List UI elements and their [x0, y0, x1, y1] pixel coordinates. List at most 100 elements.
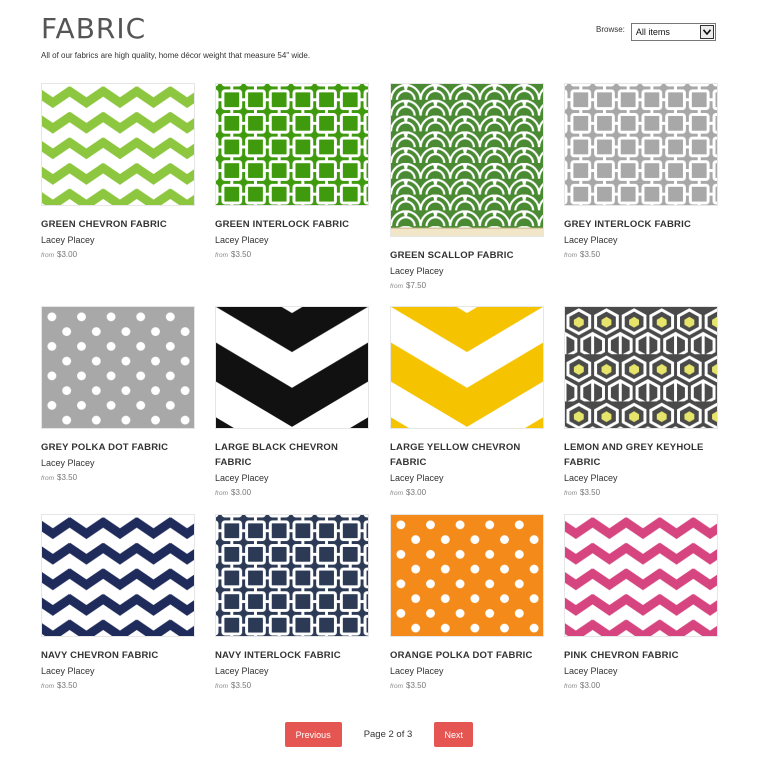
product-vendor: Lacey Placey — [41, 458, 95, 468]
product-name[interactable]: GREEN CHEVRON FABRIC — [41, 217, 195, 232]
product-image[interactable] — [215, 514, 369, 637]
price-value: $7.50 — [406, 281, 427, 290]
browse-control: Browse: All items — [596, 23, 716, 41]
browse-selected-value: All items — [635, 27, 670, 37]
product-image[interactable] — [41, 306, 195, 429]
price-value: $3.50 — [580, 250, 601, 259]
fabric-swatch — [216, 84, 368, 205]
product-price: from $3.50 — [215, 250, 369, 259]
product-name[interactable]: GREY INTERLOCK FABRIC — [564, 217, 718, 232]
product-vendor: Lacey Placey — [41, 666, 95, 676]
price-prefix: from — [564, 683, 577, 690]
product-name[interactable]: LARGE BLACK CHEVRON FABRIC — [215, 440, 369, 470]
product-price: from $3.50 — [215, 681, 369, 690]
product-vendor: Lacey Placey — [564, 473, 618, 483]
product-name[interactable]: NAVY INTERLOCK FABRIC — [215, 648, 369, 663]
fabric-swatch — [391, 307, 543, 428]
price-prefix: from — [41, 683, 54, 690]
product-name[interactable]: GREEN SCALLOP FABRIC — [390, 248, 544, 263]
price-value: $3.50 — [406, 681, 427, 690]
product-price: from $3.50 — [564, 488, 718, 497]
product-card[interactable]: PINK CHEVRON FABRIC Lacey Placey from $3.… — [564, 514, 718, 690]
product-vendor: Lacey Placey — [390, 266, 444, 276]
product-name[interactable]: NAVY CHEVRON FABRIC — [41, 648, 195, 663]
chevron-down-icon[interactable] — [699, 25, 714, 39]
price-prefix: from — [215, 252, 228, 259]
product-name[interactable]: GREEN INTERLOCK FABRIC — [215, 217, 369, 232]
price-prefix: from — [41, 475, 54, 482]
product-image[interactable] — [215, 306, 369, 429]
product-card[interactable]: GREEN SCALLOP FABRIC Lacey Placey from $7… — [390, 83, 544, 290]
product-image[interactable] — [215, 83, 369, 206]
next-button[interactable]: Next — [434, 722, 474, 747]
product-price: from $3.50 — [41, 681, 195, 690]
product-name[interactable]: ORANGE POLKA DOT FABRIC — [390, 648, 544, 663]
product-image[interactable] — [390, 83, 544, 237]
fabric-swatch — [391, 515, 543, 636]
price-prefix: from — [390, 283, 403, 290]
product-image[interactable] — [564, 83, 718, 206]
price-prefix: from — [41, 252, 54, 259]
price-prefix: from — [390, 683, 403, 690]
previous-button[interactable]: Previous — [284, 722, 342, 747]
product-vendor: Lacey Placey — [564, 666, 618, 676]
product-image[interactable] — [564, 306, 718, 429]
price-prefix: from — [215, 490, 228, 497]
product-vendor: Lacey Placey — [215, 235, 269, 245]
product-card[interactable]: NAVY CHEVRON FABRIC Lacey Placey from $3.… — [41, 514, 195, 690]
product-card[interactable]: LARGE YELLOW CHEVRON FABRIC Lacey Placey… — [390, 306, 544, 497]
intro-text: All of our fabrics are high quality, hom… — [41, 51, 311, 60]
product-card[interactable]: GREY POLKA DOT FABRIC Lacey Placey from $… — [41, 306, 195, 482]
product-vendor: Lacey Placey — [390, 473, 444, 483]
page-indicator: Page 2 of 3 — [363, 729, 413, 740]
price-value: $3.50 — [57, 681, 78, 690]
price-prefix: from — [564, 490, 577, 497]
fabric-swatch — [42, 84, 194, 205]
fabric-swatch — [565, 307, 717, 428]
product-vendor: Lacey Placey — [41, 235, 95, 245]
price-prefix: from — [390, 490, 403, 497]
price-prefix: from — [215, 683, 228, 690]
price-value: $3.50 — [57, 473, 78, 482]
product-card[interactable]: LARGE BLACK CHEVRON FABRIC Lacey Placey … — [215, 306, 369, 497]
fabric-swatch — [216, 515, 368, 636]
product-price: from $3.50 — [564, 250, 718, 259]
product-vendor: Lacey Placey — [390, 666, 444, 676]
product-card[interactable]: GREEN CHEVRON FABRIC Lacey Placey from $3… — [41, 83, 195, 259]
product-card[interactable]: NAVY INTERLOCK FABRIC Lacey Placey from $… — [215, 514, 369, 690]
product-card[interactable]: LEMON AND GREY KEYHOLE FABRIC Lacey Plac… — [564, 306, 718, 497]
product-image[interactable] — [390, 306, 544, 429]
product-vendor: Lacey Placey — [215, 666, 269, 676]
browse-select[interactable]: All items — [630, 23, 716, 41]
price-value: $3.50 — [231, 681, 252, 690]
pagination: Previous Page 2 of 3 Next — [0, 722, 758, 747]
fabric-swatch — [216, 307, 368, 428]
product-name[interactable]: PINK CHEVRON FABRIC — [564, 648, 718, 663]
product-image[interactable] — [390, 514, 544, 637]
price-value: $3.00 — [580, 681, 601, 690]
fabric-swatch — [42, 307, 194, 428]
product-price: from $3.00 — [41, 250, 195, 259]
price-value: $3.50 — [580, 488, 601, 497]
fabric-swatch — [391, 84, 543, 236]
product-image[interactable] — [41, 83, 195, 206]
page-title: FABRIC — [41, 12, 147, 45]
product-price: from $3.00 — [564, 681, 718, 690]
price-value: $3.50 — [231, 250, 252, 259]
product-card[interactable]: GREEN INTERLOCK FABRIC Lacey Placey from… — [215, 83, 369, 259]
product-card[interactable]: ORANGE POLKA DOT FABRIC Lacey Placey fro… — [390, 514, 544, 690]
price-value: $3.00 — [57, 250, 78, 259]
product-image[interactable] — [564, 514, 718, 637]
price-value: $3.00 — [406, 488, 427, 497]
price-value: $3.00 — [231, 488, 252, 497]
browse-label: Browse: — [596, 25, 625, 34]
price-prefix: from — [564, 252, 577, 259]
fabric-swatch — [565, 515, 717, 636]
product-card[interactable]: GREY INTERLOCK FABRIC Lacey Placey from $… — [564, 83, 718, 259]
product-name[interactable]: LEMON AND GREY KEYHOLE FABRIC — [564, 440, 718, 470]
product-price: from $3.00 — [215, 488, 369, 497]
product-image[interactable] — [41, 514, 195, 637]
product-name[interactable]: LARGE YELLOW CHEVRON FABRIC — [390, 440, 544, 470]
product-name[interactable]: GREY POLKA DOT FABRIC — [41, 440, 195, 455]
product-price: from $3.50 — [390, 681, 544, 690]
